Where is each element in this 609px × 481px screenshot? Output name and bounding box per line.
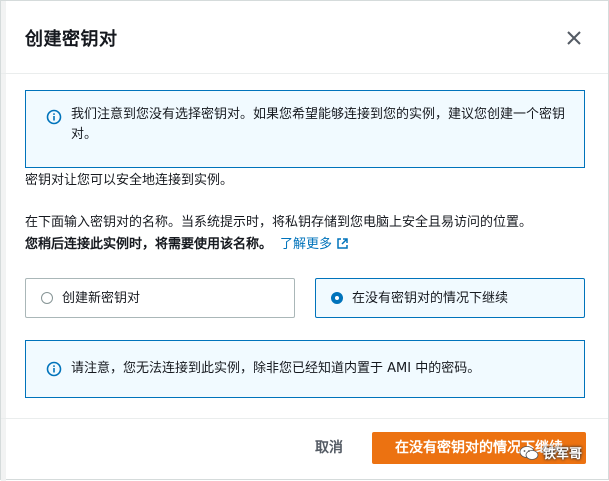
option-proceed-without-key-pair[interactable]: 在没有密钥对的情况下继续 [315,278,585,318]
cancel-button[interactable]: 取消 [301,432,357,464]
external-link-icon [337,238,348,249]
info-alert-no-key-pair: 我们注意到您没有选择密钥对。如果您希望能够连接到您的实例，建议您创建一个密钥对。 [25,90,585,168]
notice-line: 您稍后连接此实例时，将需要使用该名称。 了解更多 [25,235,349,255]
wechat-icon [519,445,539,460]
dialog-footer: 取消 在没有密钥对的情况下继续 [1,418,608,481]
option-create-new-key-pair[interactable]: 创建新密钥对 [25,278,295,318]
watermark: 铁军哥 [519,443,582,462]
close-icon [567,31,581,45]
radio-button-selected[interactable] [331,292,343,304]
radio-button[interactable] [41,292,53,304]
learn-more-link[interactable]: 了解更多 [280,237,349,252]
info-icon [46,361,62,377]
info-icon [46,109,62,125]
option-label: 在没有密钥对的情况下继续 [352,291,509,306]
option-label: 创建新密钥对 [62,291,141,306]
dialog-header: 创建密钥对 [1,1,608,74]
watermark-text: 铁军哥 [543,447,583,462]
alert-message: 我们注意到您没有选择密钥对。如果您希望能够连接到您的实例，建议您创建一个密钥对。 [71,107,566,142]
alert-message: 请注意，您无法连接到此实例，除非您已经知道内置于 AMI 中的密码。 [71,361,481,376]
intro-text: 密钥对让您可以安全地连接到实例。 [25,173,234,188]
notice-text: 您稍后连接此实例时，将需要使用该名称。 [25,237,273,252]
dialog-title: 创建密钥对 [25,29,118,50]
learn-more-label: 了解更多 [280,237,333,252]
close-button[interactable] [563,27,585,49]
create-key-pair-dialog: 创建密钥对 我们注意到您没有选择密钥对。如果您希望能够连接到您的实例，建议您创建… [0,0,609,481]
info-alert-ami-password: 请注意，您无法连接到此实例，除非您已经知道内置于 AMI 中的密码。 [25,340,585,398]
instruction-text: 在下面输入密钥对的名称。当系统提示时，将私钥存储到您电脑上安全且易访问的位置。 [25,215,533,230]
